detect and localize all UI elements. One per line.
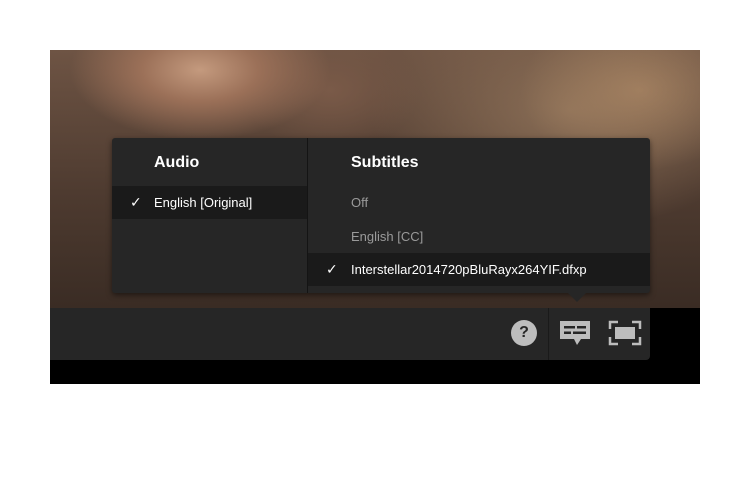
subtitles-column: Subtitles Off English [CC] ✓ Interstella… — [308, 138, 650, 293]
subtitle-option-label: English [CC] — [351, 229, 424, 244]
help-icon: ? — [519, 324, 529, 341]
subtitle-option-english-cc[interactable]: English [CC] — [308, 220, 650, 253]
control-bar: ? — [50, 308, 650, 360]
subtitle-option-label: Off — [351, 195, 369, 210]
control-divider — [548, 308, 549, 360]
audio-option-label: English [Original] — [154, 195, 253, 210]
audio-option-english-original[interactable]: ✓ English [Original] — [112, 186, 307, 219]
subtitle-option-interstellar-dfxp[interactable]: ✓ Interstellar2014720pBluRayx264YIF.dfxp — [308, 253, 650, 286]
check-icon: ✓ — [326, 261, 338, 277]
fullscreen-button[interactable] — [608, 320, 642, 346]
help-button[interactable]: ? — [511, 320, 537, 346]
audio-subtitles-menu: Audio ✓ English [Original] Subtitles Off… — [112, 138, 650, 302]
subtitles-title: Subtitles — [351, 154, 419, 171]
check-icon: ✓ — [130, 194, 142, 210]
fullscreen-icon — [608, 320, 642, 346]
audio-title: Audio — [154, 154, 200, 171]
video-player[interactable]: Audio ✓ English [Original] Subtitles Off… — [50, 50, 700, 384]
subtitles-icon — [560, 321, 590, 345]
audio-column: Audio ✓ English [Original] — [112, 138, 308, 293]
subtitle-option-off[interactable]: Off — [308, 186, 650, 219]
subtitle-option-label: Interstellar2014720pBluRayx264YIF.dfxp — [351, 262, 587, 277]
menu-pointer-arrow — [568, 293, 586, 302]
subtitles-button[interactable] — [558, 318, 592, 348]
